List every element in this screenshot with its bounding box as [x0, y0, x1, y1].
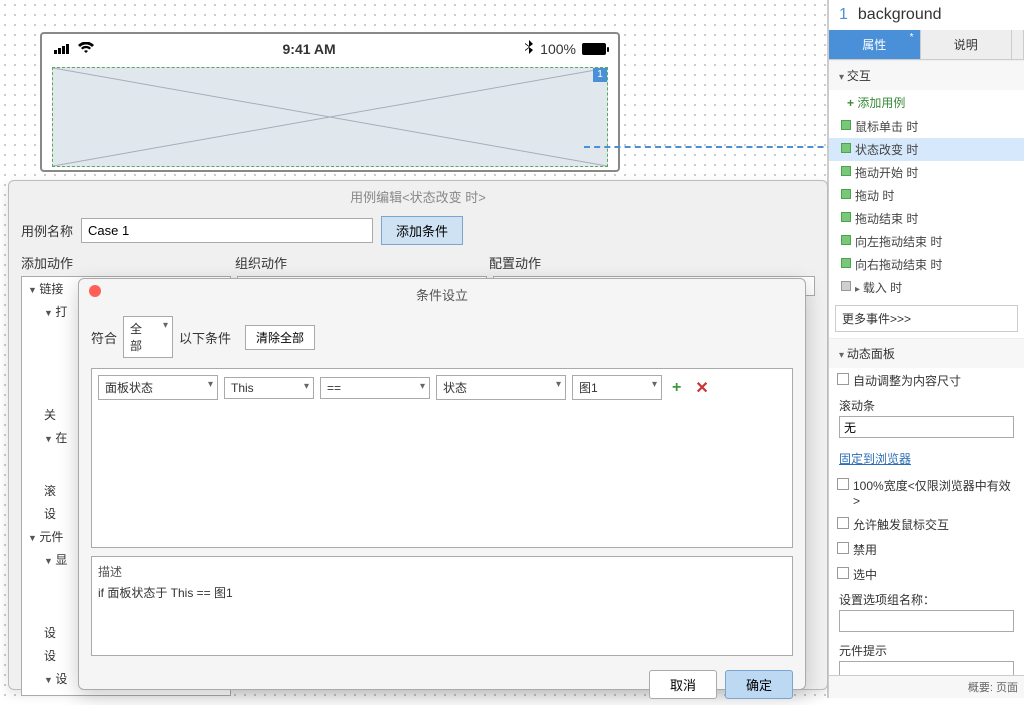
condition-builder-dialog: 条件设立 符合 全部 以下条件 清除全部 面板状态 This == 状态 图1 …: [78, 278, 806, 690]
event-drag-end[interactable]: 拖动结束 时: [829, 207, 1024, 230]
condition-operator-select[interactable]: ==: [320, 377, 430, 399]
pin-to-browser-link[interactable]: 固定到浏览器: [829, 444, 1024, 473]
condition-target-select[interactable]: This: [224, 377, 314, 399]
check-selected[interactable]: 选中: [829, 562, 1024, 587]
dialog-title: 用例编辑<状态改变 时>: [9, 181, 827, 212]
match-mode-select[interactable]: 全部: [123, 316, 173, 358]
description-label: 描述: [98, 563, 786, 580]
event-drag-left-end[interactable]: 向左拖动结束 时: [829, 230, 1024, 253]
selection-group-input[interactable]: [839, 610, 1014, 632]
condition-type-select[interactable]: 面板状态: [98, 375, 218, 400]
description-text: if 面板状态于 This == 图1: [98, 584, 786, 601]
inspector-panel: 1 background 属性 说明 交互 添加用例 鼠标单击 时 状态改变 时…: [828, 0, 1024, 698]
remove-row-icon[interactable]: ✕: [691, 378, 712, 398]
column-header-add-action: 添加动作: [21, 253, 231, 272]
condition-row: 面板状态 This == 状态 图1 + ✕: [98, 375, 786, 400]
wifi-icon: [78, 41, 94, 57]
panel-state-badge: 1: [593, 68, 607, 82]
conditions-list: 面板状态 This == 状态 图1 + ✕: [91, 368, 793, 548]
tab-overflow[interactable]: [1012, 30, 1024, 59]
condition-value-select[interactable]: 图1: [572, 375, 662, 400]
event-drag[interactable]: 拖动 时: [829, 184, 1024, 207]
scrollbar-select[interactable]: [839, 416, 1014, 438]
footer-summary: 概要: 页面: [829, 675, 1024, 698]
signal-icon: [54, 41, 72, 57]
battery-pct: 100%: [540, 41, 576, 57]
description-box: 描述 if 面板状态于 This == 图1: [91, 556, 793, 656]
event-drag-start[interactable]: 拖动开始 时: [829, 161, 1024, 184]
selection-name: background: [858, 6, 942, 24]
case-name-label: 用例名称: [21, 221, 73, 240]
add-condition-button[interactable]: 添加条件: [381, 216, 463, 245]
cancel-button[interactable]: 取消: [649, 670, 717, 699]
close-icon[interactable]: [89, 285, 101, 297]
add-case-link[interactable]: 添加用例: [829, 90, 1024, 115]
tab-notes[interactable]: 说明: [921, 30, 1013, 59]
event-drag-right-end[interactable]: 向右拖动结束 时: [829, 253, 1024, 276]
annotation-arrow: [584, 146, 854, 148]
selection-group-label: 设置选项组名称：: [829, 587, 1024, 608]
event-load[interactable]: 载入 时: [829, 276, 1024, 299]
tab-properties[interactable]: 属性: [829, 30, 921, 59]
dynamic-panel-widget[interactable]: 1: [52, 67, 608, 167]
event-list: 鼠标单击 时 状态改变 时 拖动开始 时 拖动 时 拖动结束 时 向左拖动结束 …: [829, 115, 1024, 299]
battery-icon: [582, 43, 606, 55]
selection-index: 1: [839, 6, 848, 24]
check-allow-mouse[interactable]: 允许触发鼠标交互: [829, 512, 1024, 537]
column-header-configure: 配置动作: [489, 253, 815, 272]
match-label: 符合: [91, 328, 117, 347]
check-fit-to-content[interactable]: 自动调整为内容尺寸: [829, 368, 1024, 393]
phone-mockup: 9:41 AM 100% 1: [40, 32, 620, 172]
check-full-width[interactable]: 100%宽度<仅限浏览器中有效>: [829, 473, 1024, 512]
case-name-input[interactable]: [81, 218, 373, 243]
event-state-change[interactable]: 状态改变 时: [829, 138, 1024, 161]
column-header-organize: 组织动作: [235, 253, 485, 272]
condition-valuetype-select[interactable]: 状态: [436, 375, 566, 400]
clear-all-button[interactable]: 清除全部: [245, 325, 315, 350]
ok-button[interactable]: 确定: [725, 670, 793, 699]
phone-status-bar: 9:41 AM 100%: [42, 34, 618, 63]
match-suffix-label: 以下条件: [179, 328, 231, 347]
phone-time: 9:41 AM: [283, 41, 336, 57]
bluetooth-icon: [524, 40, 534, 57]
section-dynamic-panel[interactable]: 动态面板: [829, 338, 1024, 368]
scrollbar-label: 滚动条: [829, 393, 1024, 414]
add-row-icon[interactable]: +: [668, 379, 685, 397]
event-click[interactable]: 鼠标单击 时: [829, 115, 1024, 138]
section-interactions[interactable]: 交互: [829, 60, 1024, 90]
check-disabled[interactable]: 禁用: [829, 537, 1024, 562]
dialog-title: 条件设立: [79, 279, 805, 310]
more-events-link[interactable]: 更多事件>>>: [842, 312, 911, 326]
tooltip-label: 元件提示: [829, 638, 1024, 659]
